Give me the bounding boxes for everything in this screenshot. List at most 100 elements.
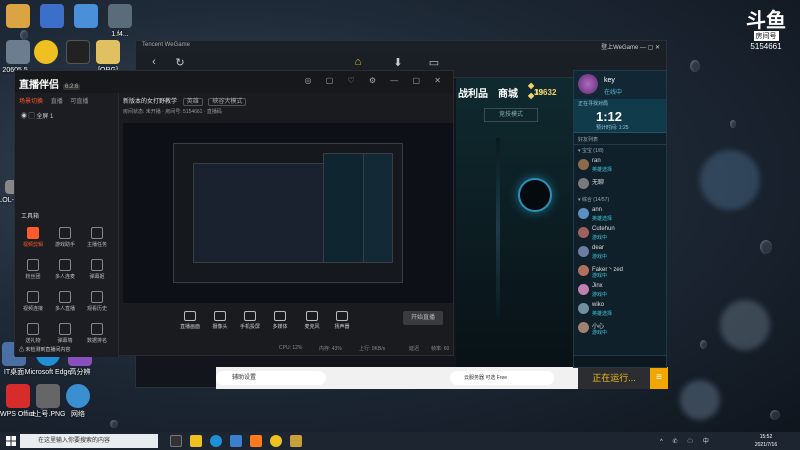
nested-friends-preview (363, 153, 393, 263)
windows-start-icon[interactable] (6, 436, 16, 446)
friends-footer (574, 355, 666, 367)
phone-cast-button[interactable]: 手机投屏 (235, 307, 265, 330)
friend-group[interactable]: ▾ 宝宝 (1/8) (574, 145, 666, 156)
speaker-button[interactable]: 扬声器 (327, 307, 357, 330)
running-button[interactable]: 正在运行... (578, 367, 650, 389)
tool-multi-live[interactable]: 多人直播 (51, 291, 79, 312)
friend-list-header[interactable]: 好友列表 (574, 133, 666, 145)
friend-row[interactable]: wiko 英雄选择 (574, 300, 666, 319)
server-chip[interactable]: 云服务器 可选 Free (450, 371, 554, 385)
link-icon (27, 291, 39, 303)
room-title[interactable]: 新版本的女打野教学 (123, 99, 177, 105)
taskbar-search-input[interactable]: 在这里输入你要搜索的内容 (20, 434, 158, 448)
toolbox-title: 工具箱 (21, 214, 40, 220)
friend-row[interactable]: 小心 游戏中 (574, 319, 666, 338)
tool-fans[interactable]: 粉丝团 (19, 259, 47, 280)
video-icon (27, 227, 39, 239)
tool-video-edit[interactable]: 视频剪辑 (19, 227, 47, 248)
stream-app-icon[interactable] (250, 435, 262, 447)
queue-estimate: 预计时间: 1:25 (596, 125, 629, 131)
avatar (578, 208, 589, 219)
douyu-logo: 斗鱼 房间号 5154661 (742, 10, 790, 51)
system-tray[interactable]: ^ ✆ ☁ 中 (660, 436, 713, 445)
wegame-title: Tencent WeGame (142, 42, 190, 48)
stream-titlebar: 直播伴侣 6.2.6 ◎ ▢ ♡ ⚙ — ▢ ✕ (15, 71, 453, 93)
file-explorer-icon[interactable] (190, 435, 202, 447)
sidebar-tabs: 场景切换 直播 可直播 (15, 93, 118, 107)
stream-app-window: 直播伴侣 6.2.6 ◎ ▢ ♡ ⚙ — ▢ ✕ 场景切换 直播 可直播 ◉ ▢ … (14, 70, 454, 357)
tab-store[interactable]: 商城 (498, 85, 518, 100)
clock[interactable]: 15:52 2021/7/16 (746, 433, 786, 449)
brand-mark: 斗鱼 (746, 8, 786, 32)
desktop-icon[interactable]: 1.f4... (92, 4, 148, 39)
friend-group[interactable]: ▾ 综合 (14/57) (574, 194, 666, 205)
avatar (578, 303, 589, 314)
tool-tasks[interactable]: 主播任务 (83, 227, 111, 248)
microphone-button[interactable]: 麦克风 (297, 307, 327, 330)
friend-row[interactable]: 无聊 (574, 175, 666, 194)
tool-danmaku[interactable]: 弹幕姬 (83, 259, 111, 280)
tool-ranking[interactable]: 数据排名 (83, 323, 111, 344)
taskbar: 在这里输入你要搜索的内容 ^ ✆ ☁ 中 15:52 2021/7/16 (0, 432, 800, 450)
chart-icon (91, 323, 103, 335)
tab-scenes[interactable]: 场景切换 (19, 99, 43, 105)
assist-settings-button[interactable]: 辅助设置 (216, 371, 326, 385)
friend-row[interactable]: dear 游戏中 (574, 243, 666, 262)
network-icon (66, 384, 90, 408)
status-bar: CPU: 12% 内存: 43% 上行: 0KB/s 延迟 帧率: 60 (279, 345, 450, 352)
screen-capture-button[interactable]: 直播画面 (175, 307, 205, 330)
tab-loot[interactable]: 战利品 (458, 85, 488, 100)
tool-history[interactable]: 观看历史 (83, 291, 111, 312)
stream-sidebar: 场景切换 直播 可直播 ◉ ▢ 全屏 1 工具箱 视频剪辑 游戏助手 主播任务 … (15, 93, 119, 357)
tool-video-link[interactable]: 视频连接 (19, 291, 47, 312)
store-icon[interactable] (230, 435, 242, 447)
screen-icon (184, 311, 196, 321)
friend-row[interactable]: ran 英雄选择 (574, 156, 666, 175)
tool-game-assist[interactable]: 游戏助手 (51, 227, 79, 248)
profile-header: key 在线中 (574, 71, 666, 99)
avatar (578, 227, 589, 238)
queue-timer: 正在寻找对局 1:12 预计时间: 1:25 (574, 99, 666, 133)
avatar (578, 265, 589, 276)
folder-icon (96, 40, 120, 64)
avatar (578, 284, 589, 295)
avatar (578, 178, 589, 189)
lol-icon[interactable] (290, 435, 302, 447)
tag-pill[interactable]: 峡谷大模式 (208, 98, 247, 106)
app-icon (108, 4, 132, 28)
portal-graphic (518, 178, 552, 212)
clock-date: 2021/7/16 (754, 442, 778, 448)
start-live-button[interactable]: 开始直播 (403, 311, 443, 325)
friend-row[interactable]: ann 英雄选择 (574, 205, 666, 224)
wegame-icon[interactable] (270, 435, 282, 447)
avatar[interactable] (578, 74, 598, 94)
tool-danmaku-wall[interactable]: 弹幕墙 (51, 323, 79, 344)
wall-icon (59, 323, 71, 335)
camera-icon (214, 311, 226, 321)
scene-item[interactable]: ◉ ▢ 全屏 1 (15, 107, 118, 124)
tab-live[interactable]: 直播 (51, 99, 63, 105)
tool-multi-mic[interactable]: 多人连麦 (51, 259, 79, 280)
queue-time: 1:12 (596, 109, 623, 124)
window-controls[interactable]: ◎ ▢ ♡ ⚙ — ▢ ✕ (305, 76, 447, 85)
friend-row[interactable]: Cutehun 游戏中 (574, 224, 666, 243)
desktop-icon[interactable]: 网络 (50, 384, 106, 419)
category-pill[interactable]: 英雄 (182, 98, 203, 106)
menu-icon[interactable]: ≡ (650, 367, 668, 389)
wegame-window-controls[interactable]: 登上WeGame — ▢ ✕ (601, 42, 660, 51)
stream-logo: 直播伴侣 6.2.6 (19, 80, 81, 91)
tab-available[interactable]: 可直播 (70, 99, 88, 105)
friend-row[interactable]: Faker丶zed 游戏中 (574, 262, 666, 281)
camera-button[interactable]: 摄像头 (205, 307, 235, 330)
friends-panel: key 在线中 正在寻找对局 1:12 预计时间: 1:25 好友列表 ▾ 宝宝… (573, 70, 667, 368)
currency-display: ◆ 39 ◆ 13632 (528, 81, 557, 100)
game-mode-button[interactable]: 竞技模式 (484, 108, 538, 122)
task-icon (91, 227, 103, 239)
friend-row[interactable]: Jinx 游戏中 (574, 281, 666, 300)
media-button[interactable]: 多媒体 (265, 307, 295, 330)
nested-preview (193, 163, 343, 263)
tool-gift[interactable]: 送礼物 (19, 323, 47, 344)
edge-icon[interactable] (210, 435, 222, 447)
pillar-decoration (496, 138, 500, 318)
task-view-icon[interactable] (170, 435, 182, 447)
